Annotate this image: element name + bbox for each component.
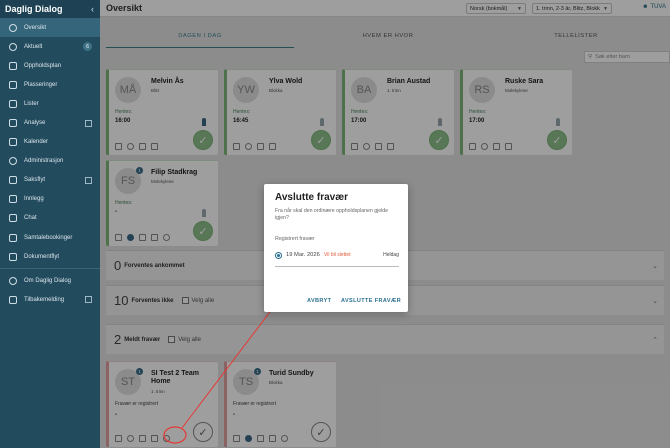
sidebar-item-label: Aktuelt (24, 43, 43, 50)
sidebar-item-label: Kalender (24, 139, 49, 146)
delete-warning: Vil bli slettet (324, 252, 351, 258)
chevron-left-icon[interactable]: ‹ (91, 4, 94, 14)
sidebar-item-label: Saksflyt (24, 177, 46, 184)
feedback-icon (9, 295, 17, 304)
absence-radio[interactable] (275, 252, 282, 259)
sidebar-item-label: Plasseringer (24, 81, 58, 88)
sidebar-item-oversikt[interactable]: Oversikt (0, 18, 100, 38)
eye-icon (9, 23, 17, 32)
cancel-button[interactable]: AVBRYT (307, 298, 331, 304)
sidebar-item-label: Samtalebookinger (24, 234, 73, 241)
list-icon (9, 99, 17, 108)
external-link-icon (85, 119, 92, 127)
sidebar-item-label: Dokumentflyt (24, 253, 60, 260)
calendar-icon (9, 138, 17, 147)
sidebar-item-label: Innlegg (24, 196, 44, 203)
field-label: Registrert fravær (275, 236, 315, 242)
sidebar-item-lister[interactable]: Lister (0, 94, 100, 113)
sidebar-item-tilbakemelding[interactable]: Tilbakemelding (0, 290, 100, 309)
sidebar-item-analyse[interactable]: Analyse (0, 113, 100, 132)
external-link-icon (85, 176, 92, 184)
count-badge: 6 (83, 42, 92, 52)
divider (275, 266, 399, 267)
sidebar-item-innlegg[interactable]: Innlegg (0, 190, 100, 209)
absence-duration: Heldag (383, 252, 399, 258)
info-icon (9, 276, 17, 285)
sidebar-item-label: Administrasjon (24, 158, 64, 165)
sidebar-item-plasseringer[interactable]: Plasseringer (0, 75, 100, 94)
sidebar-item-label: Om Daglig Dialog (24, 277, 72, 284)
sidebar-item-label: Oppholdsplan (24, 62, 62, 69)
sidebar-item-kalender[interactable]: Kalender (0, 133, 100, 152)
booking-icon (9, 233, 17, 242)
sidebar-header: Daglig Dialog ‹ (0, 0, 100, 18)
end-absence-dialog: Avslutte fravær Fra når skal den ordinær… (264, 184, 408, 312)
settings-icon (9, 157, 17, 166)
sidebar-item-saksflyt[interactable]: Saksflyt (0, 171, 100, 190)
sidebar-item-administrasjon[interactable]: Administrasjon (0, 152, 100, 171)
sidebar-item-label: Analyse (24, 120, 46, 127)
sidebar-item-label: Tilbakemelding (24, 296, 65, 303)
document-icon (9, 252, 17, 261)
sidebar-item-om[interactable]: Om Daglig Dialog (0, 271, 100, 290)
end-absence-button[interactable]: AVSLUTTE FRAVÆR (341, 298, 401, 304)
chat-icon (9, 214, 17, 223)
dialog-title: Avslutte fravær (275, 192, 348, 203)
post-icon (9, 195, 17, 204)
sidebar-divider (0, 268, 100, 270)
sidebar: Daglig Dialog ‹ Oversikt Aktuelt 6 Opphol… (0, 0, 100, 448)
absence-date: 19 Mar. 2026 (286, 252, 320, 258)
external-link-icon (85, 296, 92, 304)
sidebar-item-oppholdsplan[interactable]: Oppholdsplan (0, 56, 100, 75)
sidebar-item-label: Chat (24, 215, 37, 222)
sidebar-item-label: Lister (24, 100, 39, 107)
info-icon (9, 42, 17, 51)
sidebar-item-aktuelt[interactable]: Aktuelt 6 (0, 37, 100, 56)
calendar-icon (9, 61, 17, 70)
chart-icon (9, 119, 17, 128)
sidebar-item-samtalebookinger[interactable]: Samtalebookinger (0, 228, 100, 247)
sidebar-item-chat[interactable]: Chat (0, 209, 100, 228)
app-title: Daglig Dialog (5, 4, 63, 14)
sidebar-item-dokumentflyt[interactable]: Dokumentflyt (0, 247, 100, 266)
dialog-question: Fra når skal den ordinære oppholdsplanen… (275, 208, 389, 221)
flow-icon (9, 176, 17, 185)
sidebar-item-label: Oversikt (24, 24, 47, 31)
grid-icon (9, 80, 17, 89)
